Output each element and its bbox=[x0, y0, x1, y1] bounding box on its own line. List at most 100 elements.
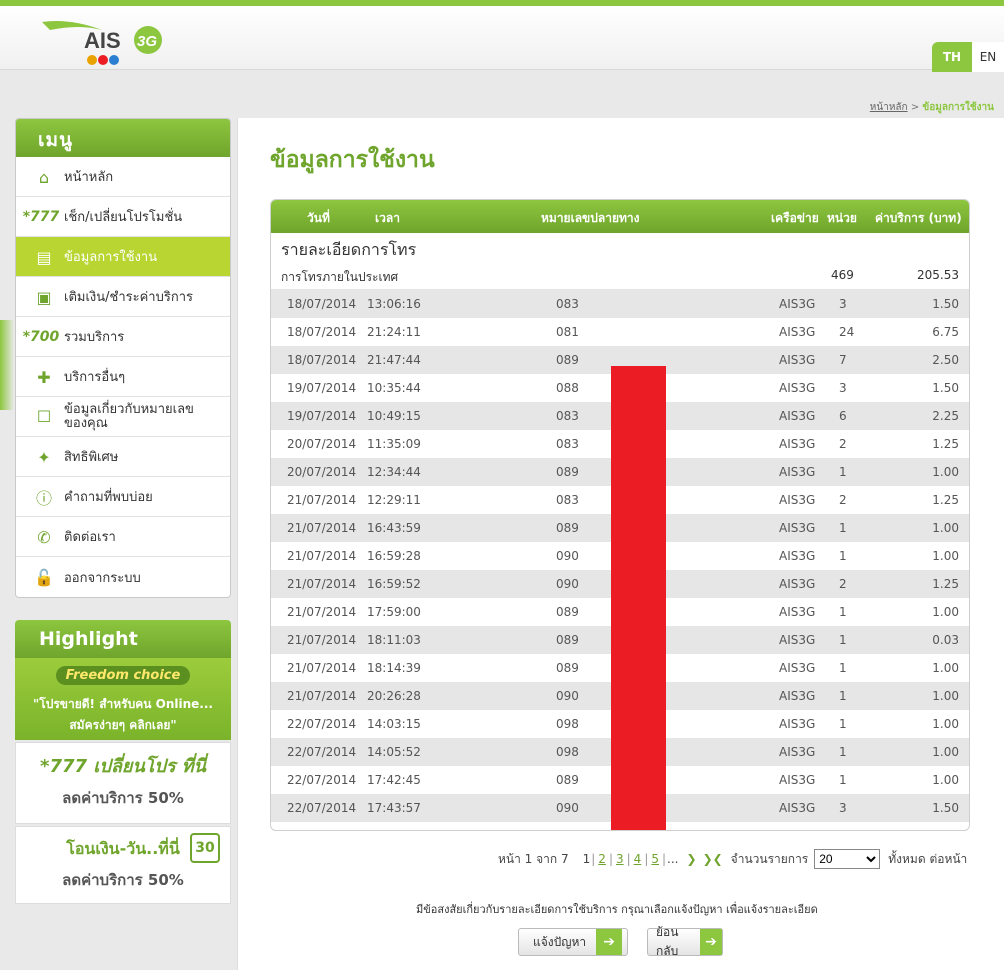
row-unit: 1 bbox=[839, 465, 847, 479]
page-link-5[interactable]: 5 bbox=[651, 852, 659, 866]
banner2-line1: *777 เปลี่ยนโปร ที่นี่ bbox=[40, 756, 206, 777]
row-date: 21/07/2014 bbox=[287, 633, 357, 647]
last-page-icon[interactable]: ❯❮ bbox=[703, 852, 723, 866]
lang-th-button[interactable]: TH bbox=[932, 42, 972, 72]
sidebar-item-contact[interactable]: ✆ ติดต่อเรา bbox=[16, 517, 230, 557]
sidebar-item-label: หน้าหลัก bbox=[64, 170, 114, 185]
sidebar-item-label: เช็ก/เปลี่ยนโปรโมชั่น bbox=[64, 210, 183, 225]
usage-table: วันที่ เวลา หมายเลขปลายทาง เครือข่าย หน่… bbox=[270, 199, 970, 831]
freedom-choice-banner[interactable]: Freedom choice "โปรขายดี! สำหรับคน Onlin… bbox=[15, 658, 231, 740]
info-icon: ⓘ bbox=[35, 489, 52, 508]
table-row: 18/07/2014 13:06:16 083 AIS3G 3 1.50 bbox=[271, 290, 969, 318]
sidebar-item-usage[interactable]: ▤ ข้อมูลการใช้งาน bbox=[16, 237, 230, 277]
row-unit: 3 bbox=[839, 801, 847, 815]
page-link-2[interactable]: 2 bbox=[598, 852, 606, 866]
page-title: ข้อมูลการใช้งาน bbox=[270, 147, 435, 173]
gift-icon: ✦ bbox=[37, 447, 51, 467]
site-header: AIS 3G TH EN bbox=[0, 6, 1004, 72]
row-time: 17:43:57 bbox=[367, 801, 421, 815]
col-time: เวลา bbox=[375, 211, 400, 225]
col-unit: หน่วย bbox=[827, 211, 857, 225]
row-network: AIS3G bbox=[779, 549, 816, 563]
row-number: 098 bbox=[556, 717, 579, 731]
row-date: 21/07/2014 bbox=[287, 577, 357, 591]
row-time: 21:24:11 bbox=[367, 325, 421, 339]
row-unit: 3 bbox=[839, 381, 847, 395]
row-charge: 0.03 bbox=[932, 633, 959, 647]
sidebar-item-services[interactable]: *700 รวมบริการ bbox=[16, 317, 230, 357]
row-charge: 1.50 bbox=[932, 297, 959, 311]
sidebar-item-logout[interactable]: 🔓 ออกจากระบบ bbox=[16, 557, 230, 597]
sidebar-item-promotion[interactable]: *777 เช็ก/เปลี่ยนโปรโมชั่น bbox=[16, 197, 230, 237]
row-number: 083 bbox=[556, 437, 579, 451]
sidebar-item-label: สิทธิพิเศษ bbox=[64, 450, 119, 465]
subsection-units: 469 bbox=[831, 268, 854, 282]
row-unit: 6 bbox=[839, 409, 847, 423]
row-charge: 1.00 bbox=[932, 465, 959, 479]
breadcrumb-home-link[interactable]: หน้าหลัก bbox=[870, 102, 908, 113]
row-number: 090 bbox=[556, 689, 579, 703]
lang-en-button[interactable]: EN bbox=[972, 42, 1004, 72]
star777-icon: *777 bbox=[22, 209, 60, 225]
row-network: AIS3G bbox=[779, 409, 816, 423]
page-current: 1 bbox=[582, 852, 591, 866]
row-date: 18/07/2014 bbox=[287, 353, 357, 367]
highlight-panel: Highlight Freedom choice "โปรขายดี! สำหร… bbox=[15, 620, 231, 904]
back-button[interactable]: ย้อนกลับ ➔ bbox=[647, 925, 723, 958]
row-network: AIS3G bbox=[779, 465, 816, 479]
sidebar-item-label: คำถามที่พบบ่อย bbox=[64, 490, 153, 505]
banner1-line1: "โปรขายดี! สำหรับคน Online... bbox=[33, 697, 213, 711]
row-unit: 1 bbox=[839, 661, 847, 675]
total-label: ทั้งหมด ต่อหน้า bbox=[888, 851, 968, 866]
freedom-choice-logo: Freedom choice bbox=[55, 666, 191, 685]
page-link-4[interactable]: 4 bbox=[634, 852, 642, 866]
row-time: 14:05:52 bbox=[367, 745, 421, 759]
row-number: 089 bbox=[556, 465, 579, 479]
row-date: 18/07/2014 bbox=[287, 297, 357, 311]
page-separator: | bbox=[644, 852, 649, 866]
sidebar-item-label: บริการอื่นๆ bbox=[64, 370, 126, 385]
star777-banner[interactable]: *777 เปลี่ยนโปร ที่นี่ ลดค่าบริการ 50% bbox=[15, 742, 231, 824]
row-network: AIS3G bbox=[779, 325, 816, 339]
row-date: 22/07/2014 bbox=[287, 717, 357, 731]
mobile-plus-icon: ✚ bbox=[37, 367, 51, 387]
row-charge: 1.00 bbox=[932, 605, 959, 619]
row-number: 090 bbox=[556, 801, 579, 815]
arrow-right-icon: ➔ bbox=[596, 929, 623, 955]
row-unit: 1 bbox=[839, 745, 847, 759]
row-charge: 1.50 bbox=[932, 381, 959, 395]
sidebar-item-privileges[interactable]: ✦ สิทธิพิเศษ bbox=[16, 437, 230, 477]
row-number: 089 bbox=[556, 661, 579, 675]
logo-3g-text: 3G bbox=[137, 33, 157, 50]
row-number: 089 bbox=[556, 521, 579, 535]
row-charge: 1.25 bbox=[932, 493, 959, 507]
page-link-3[interactable]: 3 bbox=[616, 852, 624, 866]
row-network: AIS3G bbox=[779, 493, 816, 507]
sidebar-item-other-services[interactable]: ✚ บริการอื่นๆ bbox=[16, 357, 230, 397]
report-problem-button[interactable]: แจ้งปัญหา ➔ bbox=[518, 928, 628, 956]
row-number: 089 bbox=[556, 605, 579, 619]
back-button-label: ย้อนกลับ bbox=[656, 925, 679, 958]
row-date: 21/07/2014 bbox=[287, 493, 357, 507]
sidebar-item-label: เติมเงิน/ชำระค่าบริการ bbox=[64, 290, 193, 305]
table-row: 18/07/2014 21:24:11 081 AIS3G 24 6.75 bbox=[271, 318, 969, 346]
row-date: 19/07/2014 bbox=[287, 381, 357, 395]
row-unit: 1 bbox=[839, 773, 847, 787]
sidebar-item-faq[interactable]: ⓘ คำถามที่พบบ่อย bbox=[16, 477, 230, 517]
ais-logo[interactable]: AIS 3G bbox=[40, 16, 180, 68]
row-unit: 24 bbox=[839, 325, 855, 339]
row-network: AIS3G bbox=[779, 689, 816, 703]
sidebar-item-topup[interactable]: ▣ เติมเงิน/ชำระค่าบริการ bbox=[16, 277, 230, 317]
per-page-select[interactable]: 20 bbox=[814, 849, 881, 869]
sidebar-item-number-info[interactable]: ☐ ข้อมูลเกี่ยวกับหมายเลขของคุณ bbox=[16, 397, 230, 437]
next-page-icon[interactable]: ❯ bbox=[687, 852, 697, 866]
transfer-banner[interactable]: 30 โอนเงิน-วัน..ที่นี่ ลดค่าบริการ 50% bbox=[15, 826, 231, 904]
sidebar-item-label: ติดต่อเรา bbox=[64, 530, 116, 545]
row-network: AIS3G bbox=[779, 577, 816, 591]
row-date: 22/07/2014 bbox=[287, 773, 357, 787]
row-charge: 1.00 bbox=[932, 549, 959, 563]
sidebar-item-home[interactable]: ⌂ หน้าหลัก bbox=[16, 157, 230, 197]
row-charge: 1.25 bbox=[932, 437, 959, 451]
row-charge: 1.00 bbox=[932, 773, 959, 787]
usage-icon: ▤ bbox=[36, 247, 52, 267]
